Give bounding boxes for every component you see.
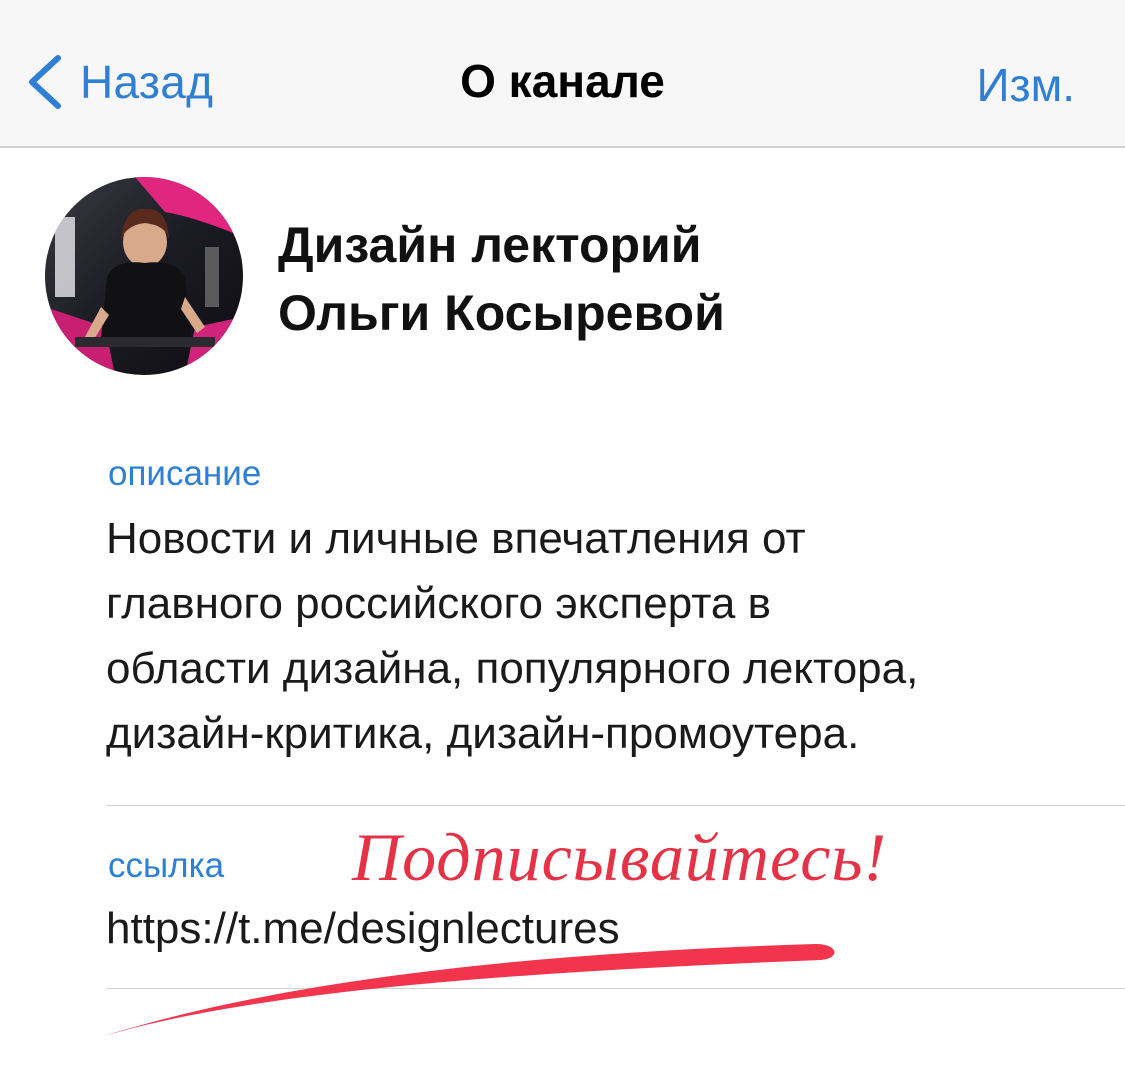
description-line: области дизайна, популярного лектора, <box>106 644 919 693</box>
channel-link[interactable]: https://t.me/designlectures <box>106 904 620 954</box>
description-text: Новости и личные впечатления от главного… <box>106 506 1096 766</box>
divider <box>106 805 1125 806</box>
channel-name-line-1: Дизайн лекторий <box>278 217 702 273</box>
page-title: О канале <box>460 55 665 107</box>
channel-avatar[interactable] <box>45 177 243 375</box>
link-label: ссылка <box>108 846 225 885</box>
description-line: дизайн-критика, дизайн-промоутера. <box>106 709 860 758</box>
edit-button[interactable]: Изм. <box>976 58 1075 112</box>
avatar-photo <box>45 177 243 375</box>
divider <box>106 988 1125 989</box>
navigation-bar: Назад О канале Изм. <box>0 0 1125 148</box>
description-label: описание <box>108 454 262 493</box>
description-line: главного российского эксперта в <box>106 579 771 628</box>
channel-name-line-2: Ольги Косыревой <box>278 285 725 341</box>
description-line: Новости и личные впечатления от <box>106 514 806 563</box>
subscribe-annotation: Подписывайтесь! <box>352 819 888 895</box>
channel-name: Дизайн лекторий Ольги Косыревой <box>278 211 725 347</box>
